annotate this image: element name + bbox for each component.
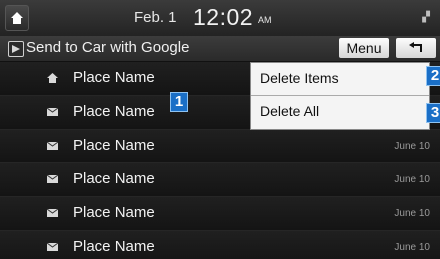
- google-send-icon: [8, 41, 24, 57]
- page-title: Send to Car with Google: [26, 39, 190, 56]
- list-item[interactable]: Place Name June 10: [0, 163, 440, 198]
- place-name: Place Name: [73, 237, 155, 255]
- signal-icon: ▞: [422, 12, 430, 23]
- delete-items-option[interactable]: Delete Items: [251, 63, 429, 95]
- envelope-icon: [47, 242, 58, 251]
- place-name: Place Name: [73, 102, 155, 120]
- delete-items-label: Delete Items: [260, 70, 339, 86]
- callout-1: 1: [170, 92, 188, 112]
- delete-all-option[interactable]: Delete All: [251, 96, 429, 128]
- screen: Feb. 1 12:02 AM ▞ Send to Car with Googl…: [0, 0, 440, 259]
- place-date: June 10: [394, 241, 430, 253]
- place-name: Place Name: [73, 69, 155, 86]
- envelope-icon: [47, 208, 58, 218]
- delete-all-label: Delete All: [260, 103, 320, 119]
- place-name: Place Name: [73, 170, 155, 188]
- callout-3: 3: [426, 103, 440, 123]
- place-date: June 10: [394, 208, 430, 220]
- callout-2: 2: [426, 66, 440, 86]
- place-date: June 10: [394, 140, 430, 152]
- home-icon: [11, 12, 23, 24]
- back-arrow-icon: [409, 42, 422, 52]
- home-icon: [47, 73, 58, 83]
- back-button[interactable]: [396, 38, 436, 58]
- place-date: June 10: [394, 174, 430, 186]
- envelope-icon: [47, 141, 58, 150]
- place-name: Place Name: [73, 136, 155, 154]
- envelope-icon: [47, 174, 58, 184]
- envelope-icon: [47, 107, 58, 116]
- list-item[interactable]: Place Name June 10: [0, 230, 440, 259]
- menu-button[interactable]: Menu: [339, 38, 389, 58]
- list-item[interactable]: Place Name June 10: [0, 129, 440, 164]
- status-date: Feb. 1: [134, 9, 177, 26]
- home-button[interactable]: [5, 5, 29, 31]
- status-ampm: AM: [258, 15, 272, 25]
- title-bar: Send to Car with Google Menu: [0, 36, 440, 62]
- menu-popup: Delete Items Delete All: [250, 62, 430, 130]
- status-bar: Feb. 1 12:02 AM ▞: [0, 0, 440, 37]
- place-name: Place Name: [73, 204, 155, 222]
- list-item[interactable]: Place Name June 10: [0, 197, 440, 231]
- status-time: 12:02: [193, 4, 254, 30]
